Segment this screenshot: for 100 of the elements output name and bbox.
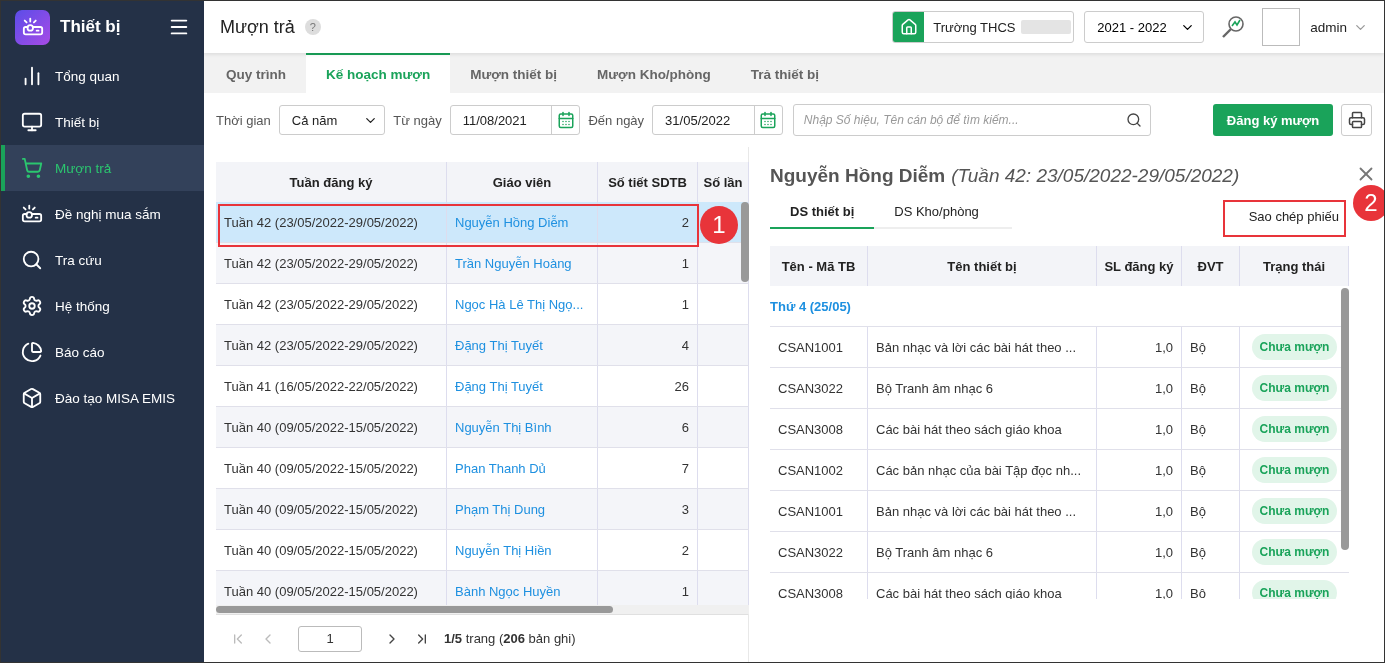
status-tag: Chưa mượn	[1251, 416, 1338, 442]
table-cell: Bộ	[1182, 491, 1240, 531]
table-cell: 1	[598, 243, 698, 283]
blurred-text	[1021, 20, 1072, 34]
table-cell: 4	[598, 325, 698, 365]
to-date-field[interactable]: 31/05/2022	[652, 105, 783, 135]
sidebar-item[interactable]: Thiết bị	[1, 99, 204, 145]
table-cell: Tuần 40 (09/05/2022-15/05/2022)	[216, 448, 447, 488]
tab[interactable]: Quy trình	[206, 53, 306, 93]
table-row[interactable]: Tuần 40 (09/05/2022-15/05/2022) Nguyễn Thị Bình 6	[216, 407, 749, 448]
projector-icon	[21, 203, 43, 225]
table-cell: Tuần 40 (09/05/2022-15/05/2022)	[216, 407, 447, 447]
table-cell: Các bài hát theo sách giáo khoa	[868, 409, 1097, 449]
detail-title: Nguyễn Hồng Diễm	[770, 165, 946, 187]
help-icon[interactable]: ?	[304, 19, 321, 35]
status-tag: Chưa mượn	[1251, 580, 1338, 599]
column-header: Số lần	[698, 162, 749, 202]
tab[interactable]: Trả thiết bị	[730, 53, 840, 93]
sidebar-item[interactable]: Tổng quan	[1, 53, 204, 99]
cart-icon	[21, 157, 43, 179]
group-label: Thứ 4 (25/05)	[770, 298, 851, 314]
tab[interactable]: DS Kho/phòng	[874, 196, 999, 229]
table-cell: Bộ Tranh âm nhạc 6	[868, 368, 1097, 408]
sidebar-item[interactable]: Hệ thống	[1, 283, 204, 329]
table-row[interactable]: Tuần 42 (23/05/2022-29/05/2022) Trần Nguyễn Hoàng 1	[216, 243, 749, 284]
table-cell: 1,0	[1097, 409, 1182, 449]
scrollbar[interactable]	[216, 606, 613, 613]
column-header: Tên - Mã TB	[770, 246, 868, 286]
table-cell: Bộ	[1182, 450, 1240, 490]
scrollbar[interactable]	[741, 202, 749, 282]
table-cell: 3	[598, 489, 698, 529]
step-badge: 2	[1353, 185, 1384, 221]
table-cell: Tuần 42 (23/05/2022-29/05/2022)	[216, 284, 447, 324]
status-tag: Chưa mượn	[1251, 539, 1338, 565]
table-cell: 1	[598, 284, 698, 324]
print-button[interactable]	[1341, 104, 1372, 136]
teacher-link[interactable]: Ngọc Hà Lê Thị Ngọ...	[447, 284, 598, 324]
school-name: Trường THCS	[932, 19, 1017, 35]
scrollbar[interactable]	[1341, 288, 1349, 550]
table-cell: Bộ	[1182, 409, 1240, 449]
sidebar-item[interactable]: Đào tạo MISA EMIS	[1, 375, 204, 421]
table-cell: CSAN3008	[770, 573, 868, 599]
table-row[interactable]: Tuần 40 (09/05/2022-15/05/2022) Bành Ngọc Huyền 1	[216, 571, 749, 605]
table-cell: Tuần 42 (23/05/2022-29/05/2022)	[216, 325, 447, 365]
teacher-link[interactable]: Phan Thanh Dủ	[447, 448, 598, 488]
table-cell: CSAN3022	[770, 532, 868, 572]
table-cell: 1,0	[1097, 368, 1182, 408]
monitor-icon	[21, 111, 43, 133]
calendar-icon[interactable]	[759, 111, 778, 129]
table-row[interactable]: Tuần 40 (09/05/2022-15/05/2022) Phạm Thị Dung 3	[216, 489, 749, 530]
sidebar-item[interactable]: Mượn trả	[1, 145, 204, 191]
table-cell: CSAN1002	[770, 450, 868, 490]
table-cell: 26	[598, 366, 698, 406]
table-cell: Bộ	[1182, 532, 1240, 572]
table-cell: Bộ	[1182, 368, 1240, 408]
column-header: Tuần đăng ký	[216, 162, 447, 202]
table-cell: Tuần 40 (09/05/2022-15/05/2022)	[216, 530, 447, 570]
table-cell: 1,0	[1097, 532, 1182, 572]
table-cell: 1,0	[1097, 327, 1182, 367]
teacher-link[interactable]: Đặng Thị Tuyết	[447, 366, 598, 406]
table-cell: Tuần 40 (09/05/2022-15/05/2022)	[216, 489, 447, 529]
page-input[interactable]: 1	[298, 625, 362, 652]
column-header: Tên thiết bị	[868, 246, 1097, 286]
detail-week: (Tuần 42: 23/05/2022-29/05/2022)	[951, 165, 1240, 187]
box-icon	[21, 387, 43, 409]
table-cell: 1,0	[1097, 491, 1182, 531]
user-menu[interactable]: admin	[1310, 19, 1368, 35]
table-row[interactable]: Tuần 41 (16/05/2022-22/05/2022) Đặng Thị Tuyết 26	[216, 366, 749, 407]
tab[interactable]: Mượn thiết bị	[450, 53, 577, 93]
analytics-search-icon[interactable]	[1220, 14, 1247, 40]
calendar-icon[interactable]	[556, 111, 575, 129]
table-cell: 7	[598, 448, 698, 488]
column-header: Trạng thái	[1240, 246, 1349, 286]
table-row[interactable]: Tuần 40 (09/05/2022-15/05/2022) Phan Thanh Dủ 7	[216, 448, 749, 489]
printer-icon	[1347, 111, 1366, 129]
sidebar-item[interactable]: Báo cáo	[1, 329, 204, 375]
table-row[interactable]: Tuần 42 (23/05/2022-29/05/2022) Ngọc Hà Lê Thị Ngọ... 1	[216, 284, 749, 325]
table-cell: Bộ	[1182, 327, 1240, 367]
from-date-label: Từ ngày	[393, 112, 442, 128]
page-title: Mượn trả	[220, 16, 295, 38]
search-field[interactable]: Nhập Số hiệu, Tên cán bộ để tìm kiếm...	[792, 104, 1151, 136]
school-icon	[899, 18, 918, 36]
search-icon	[21, 249, 43, 271]
school-selector[interactable]: Trường THCS	[892, 11, 1075, 43]
avatar-placeholder[interactable]	[1262, 8, 1301, 46]
sidebar-item[interactable]: Tra cứu	[1, 237, 204, 283]
table-cell: CSAN1001	[770, 327, 868, 367]
table-cell: Tuần 42 (23/05/2022-29/05/2022)	[216, 202, 447, 242]
teacher-link[interactable]: Nguyễn Thị Hiền	[447, 530, 598, 570]
table-cell: Bộ Tranh âm nhạc 6	[868, 532, 1097, 572]
sidebar-item[interactable]: Đề nghị mua sắm	[1, 191, 204, 237]
tab[interactable]: DS thiết bị	[770, 196, 875, 229]
table-row[interactable]: Tuần 40 (09/05/2022-15/05/2022) Nguyễn Thị Hiền 2	[216, 530, 749, 571]
from-date-field[interactable]: 11/08/2021	[449, 105, 581, 135]
school-year-select[interactable]: 2021 - 2022	[1084, 11, 1205, 43]
tab[interactable]: Mượn Kho/phòng	[577, 53, 731, 93]
period-select[interactable]: Cả năm	[278, 105, 386, 135]
table-cell: CSAN1001	[770, 491, 868, 531]
table-row[interactable]: Tuần 42 (23/05/2022-29/05/2022) Đặng Thị Tuyết 4	[216, 325, 749, 366]
search-icon[interactable]	[1125, 112, 1142, 128]
